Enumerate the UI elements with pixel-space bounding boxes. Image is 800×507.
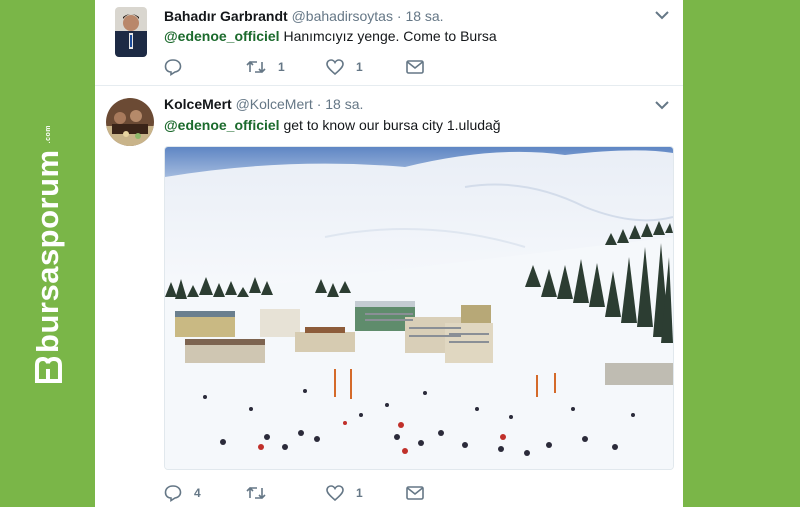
brand-strip: bursasporum .com [0,0,95,507]
like-icon [326,59,344,75]
logo-text: bursasporum [29,148,65,353]
message-icon [406,60,424,74]
tweet-actions: 1 1 [164,58,486,76]
message-button[interactable] [406,486,486,500]
separator: · [316,96,322,112]
tweet-body: get to know our bursa city 1.uludağ [279,117,501,133]
like-button[interactable]: 1 [326,485,406,501]
tweet[interactable]: Bahadır Garbrandt @bahadirsoytas · 18 sa… [95,0,683,86]
tweet-time[interactable]: 18 sa. [325,96,363,112]
like-icon [326,485,344,501]
logo-sup: .com [44,124,52,143]
tweet-header: KolceMert @KolceMert · 18 sa. [164,96,363,112]
mention-link[interactable]: @edenoe_officiel [164,117,280,133]
chevron-down-icon[interactable] [655,8,669,23]
tweet-text: @edenoe_officiel Hanımcıyız yenge. Come … [164,28,497,44]
tweet-actions: 4 1 [164,484,486,502]
mention-link[interactable]: @edenoe_officiel [164,28,280,44]
avatar[interactable] [106,98,154,146]
retweet-icon [246,59,266,75]
retweet-count: 1 [278,60,285,74]
user-fullname[interactable]: KolceMert [164,96,232,112]
user-handle[interactable]: @KolceMert [236,96,313,112]
like-count: 1 [356,486,363,500]
tweet-header: Bahadır Garbrandt @bahadirsoytas · 18 sa… [164,8,444,24]
reply-button[interactable] [164,58,244,76]
like-count: 1 [356,60,363,74]
reply-count: 4 [194,486,201,500]
user-fullname[interactable]: Bahadır Garbrandt [164,8,288,24]
logo-mark-icon [33,356,63,383]
tweet-timeline: Bahadır Garbrandt @bahadirsoytas · 18 sa… [95,0,683,507]
tweet-time[interactable]: 18 sa. [405,8,443,24]
message-button[interactable] [406,60,486,74]
reply-button[interactable]: 4 [164,484,244,502]
brand-logo: bursasporum .com [30,125,66,383]
chevron-down-icon[interactable] [655,98,669,113]
separator: · [396,8,402,24]
tweet-photo[interactable] [164,146,674,470]
message-icon [406,486,424,500]
like-button[interactable]: 1 [326,59,406,75]
tweet-text: @edenoe_officiel get to know our bursa c… [164,117,501,133]
retweet-button[interactable] [246,485,326,501]
retweet-button[interactable]: 1 [246,59,326,75]
reply-icon [164,484,182,502]
reply-icon [164,58,182,76]
tweet-body: Hanımcıyız yenge. Come to Bursa [279,28,497,44]
avatar[interactable] [115,7,147,57]
user-handle[interactable]: @bahadirsoytas [292,8,393,24]
retweet-icon [246,485,266,501]
